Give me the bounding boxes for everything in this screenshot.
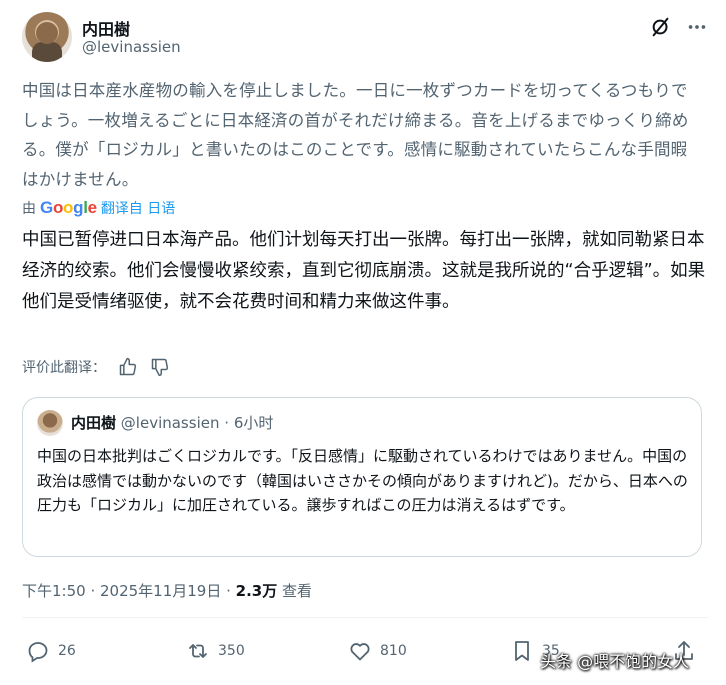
avatar[interactable] <box>22 12 72 62</box>
views-label: 查看 <box>282 582 313 600</box>
thumbs-down-icon[interactable] <box>150 357 170 377</box>
repost-button[interactable]: 350 <box>186 636 245 666</box>
quoted-tweet[interactable]: 内田樹 @levinassien · 6小时 中国の日本批判はごくロジカルです。… <box>22 397 702 557</box>
quoted-text: 中国の日本批判はごくロジカルです。「反日感情」に駆動されているわけではありません… <box>37 447 688 514</box>
translated-by-prefix: 由 <box>22 201 36 217</box>
quoted-header: 内田樹 @levinassien · 6小时 <box>71 412 273 433</box>
translated-from-link[interactable]: 翻译自 日语 <box>101 198 175 218</box>
quoted-author-name[interactable]: 内田樹 <box>71 414 116 432</box>
watermark: 头条 @喂不饱的女人 <box>540 652 690 671</box>
tweet-header: 内田樹 @levinassien <box>22 12 708 62</box>
rate-translation: 评价此翻译： <box>22 355 170 379</box>
repost-icon <box>189 644 207 658</box>
tweet-meta: 下午1:50 · 2025年11月19日 · 2.3万 查看 <box>22 580 312 601</box>
grok-icon[interactable] <box>650 16 672 38</box>
avatar-shirt <box>32 42 62 62</box>
author-name[interactable]: 内田樹 <box>82 16 130 40</box>
view-count: 2.3万 <box>235 582 278 600</box>
quoted-time[interactable]: 6小时 <box>234 414 274 432</box>
quoted-avatar[interactable] <box>37 410 63 436</box>
rate-label: 评价此翻译： <box>22 360 106 376</box>
quoted-author-handle[interactable]: @levinassien <box>121 414 220 432</box>
repost-count: 350 <box>218 643 245 659</box>
like-count: 810 <box>380 643 407 659</box>
tweet-text: 中国は日本産水産物の輸入を停止しました。一日に一枚ずつカードを切ってくるつもりで… <box>22 81 689 189</box>
reply-icon <box>28 642 48 663</box>
heart-icon <box>350 643 370 661</box>
divider <box>22 617 708 618</box>
translated-text: 中国已暂停进口日本海产品。他们计划每天打出一张牌。每打出一张牌，就如同勒紧日本经… <box>22 230 706 312</box>
quoted-separator: · <box>224 414 230 432</box>
bookmark-icon <box>515 641 529 661</box>
reply-button[interactable]: 26 <box>26 636 76 666</box>
author-handle[interactable]: @levinassien <box>82 38 181 56</box>
thumbs-up-icon[interactable] <box>118 357 138 377</box>
like-button[interactable]: 810 <box>348 636 407 666</box>
more-options-icon[interactable] <box>686 16 708 38</box>
avatar-face <box>36 22 58 44</box>
google-logo: Google <box>40 198 97 217</box>
translation-attribution: 由 Google 翻译自 日语 <box>22 197 175 219</box>
reply-count: 26 <box>58 643 76 659</box>
timestamp[interactable]: 下午1:50 · 2025年11月19日 · <box>22 582 231 600</box>
